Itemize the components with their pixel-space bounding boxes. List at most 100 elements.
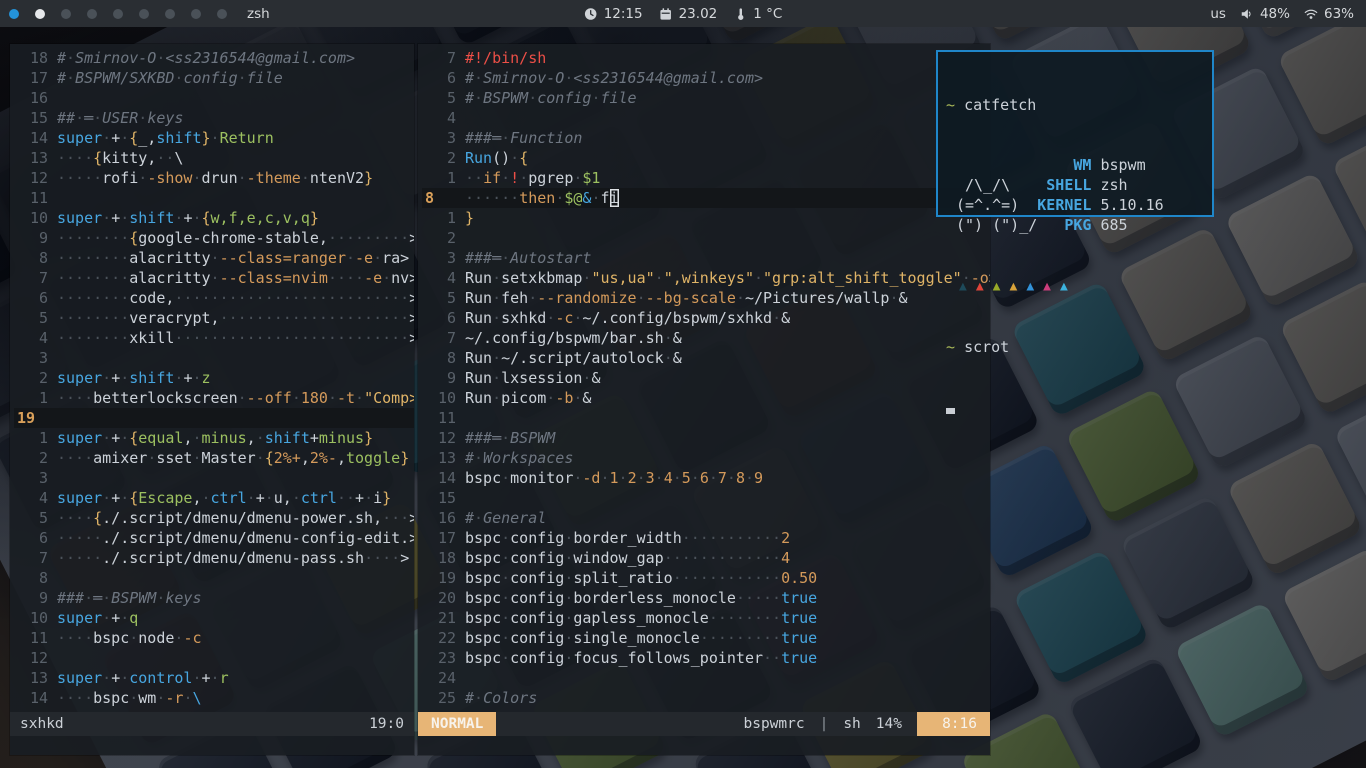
code-line: 15##·═·USER·keys bbox=[14, 108, 414, 128]
code-line: 14bspc·monitor·-d·1·2·3·4·5·6·7·8·9 bbox=[422, 468, 990, 488]
date-value: 23.02 bbox=[679, 6, 718, 22]
cat-ascii-art: (=^.^=) bbox=[956, 195, 1037, 215]
fetch-label: KERNEL bbox=[1037, 195, 1091, 215]
line-number: 13 bbox=[14, 148, 48, 168]
workspace-indicators bbox=[9, 9, 227, 19]
code-line: 4Run·setxkbmap·"us,ua"·",winkeys"·"grp:a… bbox=[422, 268, 990, 288]
line-number: 8 bbox=[14, 568, 48, 588]
line-number: 1 bbox=[14, 428, 48, 448]
code-line: 22bspc·config·single_monocle·········tru… bbox=[422, 628, 990, 648]
line-number: 17 bbox=[14, 68, 48, 88]
temperature-value: 1 °C bbox=[753, 6, 782, 22]
line-number: 7 bbox=[422, 48, 456, 68]
line-number: 6 bbox=[14, 528, 48, 548]
line-number: 9 bbox=[422, 368, 456, 388]
code-line: 8Run·~/.script/autolock·& bbox=[422, 348, 990, 368]
code-line: 5Run·feh·--randomize·--bg-scale·~/Pictur… bbox=[422, 288, 990, 308]
code-line: 8 bbox=[14, 568, 414, 588]
line-number: 5 bbox=[14, 508, 48, 528]
workspace-dot[interactable] bbox=[35, 9, 45, 19]
thermometer-icon bbox=[733, 7, 747, 21]
code-line: 12·····rofi·-show·drun·-theme·ntenV2} bbox=[14, 168, 414, 188]
shell-prompt: ~ bbox=[946, 338, 955, 356]
line-number: 25 bbox=[422, 688, 456, 708]
code-line: 3###═·Autostart bbox=[422, 248, 990, 268]
volume-value: 48% bbox=[1260, 6, 1290, 22]
workspace-dot[interactable] bbox=[217, 9, 227, 19]
fetch-label: SHELL bbox=[1037, 175, 1091, 195]
code-line: 14super·+·{_,shift}·Return bbox=[14, 128, 414, 148]
shell-prompt: ~ bbox=[946, 96, 955, 114]
workspace-dot[interactable] bbox=[165, 9, 175, 19]
cat-ascii-art: /\_/\ bbox=[956, 175, 1037, 195]
line-number: 22 bbox=[422, 628, 456, 648]
line-number: 14 bbox=[14, 128, 48, 148]
code-buffer-bspwmrc: 7#!/bin/sh6#·Smirnov-O·<ss2316544@gmail.… bbox=[418, 44, 990, 712]
line-number: 9 bbox=[14, 588, 48, 608]
cat-ascii-art bbox=[956, 155, 1037, 175]
code-line: 6Run·sxhkd·-c·~/.config/bspwm/sxhkd·& bbox=[422, 308, 990, 328]
code-line: 25#·Colors bbox=[422, 688, 990, 708]
code-line: 19bspc·config·split_ratio············0.5… bbox=[422, 568, 990, 588]
line-number: 19 bbox=[422, 568, 456, 588]
code-line: 3###═·Function bbox=[422, 128, 990, 148]
workspace-dot[interactable] bbox=[139, 9, 149, 19]
line-number: 12 bbox=[14, 168, 48, 188]
line-number: 17 bbox=[422, 528, 456, 548]
code-line: 2····amixer·sset·Master·{2%+,2%-,toggle} bbox=[14, 448, 414, 468]
workspace-dot[interactable] bbox=[87, 9, 97, 19]
palette-triangle-icon: ▲ bbox=[1043, 279, 1051, 294]
line-number: 23 bbox=[422, 648, 456, 668]
focused-window-title: zsh bbox=[247, 6, 270, 22]
clock-module: 12:15 bbox=[584, 6, 643, 22]
fetch-row: /\_/\ SHELL zsh bbox=[956, 175, 1204, 195]
status-bar: zsh 12:15 23.02 1 °C us 48% 63% bbox=[0, 0, 1366, 27]
palette-triangle-icon: ▲ bbox=[993, 279, 1001, 294]
code-buffer-sxhkd: 18#·Smirnov-O·<ss2316544@gmail.com>17#·B… bbox=[10, 44, 414, 712]
floating-terminal[interactable]: ~ catfetch WM bspwm /\_/\ SHELL zsh(=^.^… bbox=[936, 50, 1214, 217]
workspace-dot[interactable] bbox=[191, 9, 201, 19]
date-module: 23.02 bbox=[659, 6, 718, 22]
statusline-filename: bspwmrc bbox=[743, 712, 804, 736]
workspace-dot[interactable] bbox=[61, 9, 71, 19]
code-line: 4 bbox=[422, 108, 990, 128]
line-number: 21 bbox=[422, 608, 456, 628]
line-number: 6 bbox=[422, 308, 456, 328]
volume-module: 48% bbox=[1240, 6, 1290, 22]
line-number: 4 bbox=[14, 328, 48, 348]
code-line: 5········veracrypt,·····················… bbox=[14, 308, 414, 328]
line-number: 18 bbox=[422, 548, 456, 568]
code-line: 10super·+·shift·+·{w,f,e,c,v,q} bbox=[14, 208, 414, 228]
fetch-row: (") (")_/PKG 685 bbox=[956, 215, 1204, 235]
line-number: 5 bbox=[422, 88, 456, 108]
code-line: 14····bspc·wm·-r·\ bbox=[14, 688, 414, 708]
command-scrot: scrot bbox=[964, 338, 1009, 356]
code-line: 8······then·$@&·fi bbox=[422, 188, 990, 208]
command-catfetch: catfetch bbox=[964, 96, 1036, 114]
code-line: 13····{kitty,··\ bbox=[14, 148, 414, 168]
code-line: 2Run()·{ bbox=[422, 148, 990, 168]
temperature-module: 1 °C bbox=[733, 6, 782, 22]
code-line: 5#·BSPWM·config·file bbox=[422, 88, 990, 108]
workspace-dot[interactable] bbox=[113, 9, 123, 19]
statusline-active: NORMAL bspwmrc | sh 14% 8:16 bbox=[418, 712, 990, 736]
line-number: 15 bbox=[14, 108, 48, 128]
vim-cursor: i bbox=[610, 189, 619, 207]
code-line: 24 bbox=[422, 668, 990, 688]
line-number: 9 bbox=[14, 228, 48, 248]
bar-right-modules: us 48% 63% bbox=[1210, 0, 1366, 27]
left-terminal-vim-sxhkd[interactable]: 18#·Smirnov-O·<ss2316544@gmail.com>17#·B… bbox=[10, 44, 414, 755]
workspace-dot[interactable] bbox=[9, 9, 19, 19]
code-line: 6#·Smirnov-O·<ss2316544@gmail.com> bbox=[422, 68, 990, 88]
line-number: 8 bbox=[14, 248, 48, 268]
line-number: 10 bbox=[422, 388, 456, 408]
line-number: 10 bbox=[14, 608, 48, 628]
vim-mode-indicator: NORMAL bbox=[418, 712, 496, 736]
line-number: 19 bbox=[14, 408, 54, 428]
code-line: 1} bbox=[422, 208, 990, 228]
code-line: 7#!/bin/sh bbox=[422, 48, 990, 68]
right-terminal-vim-bspwmrc[interactable]: 7#!/bin/sh6#·Smirnov-O·<ss2316544@gmail.… bbox=[418, 44, 990, 755]
code-line: 20bspc·config·borderless_monocle·····tru… bbox=[422, 588, 990, 608]
code-line: 19 bbox=[14, 408, 414, 428]
fetch-row: (=^.^=) KERNEL 5.10.16 bbox=[956, 195, 1204, 215]
